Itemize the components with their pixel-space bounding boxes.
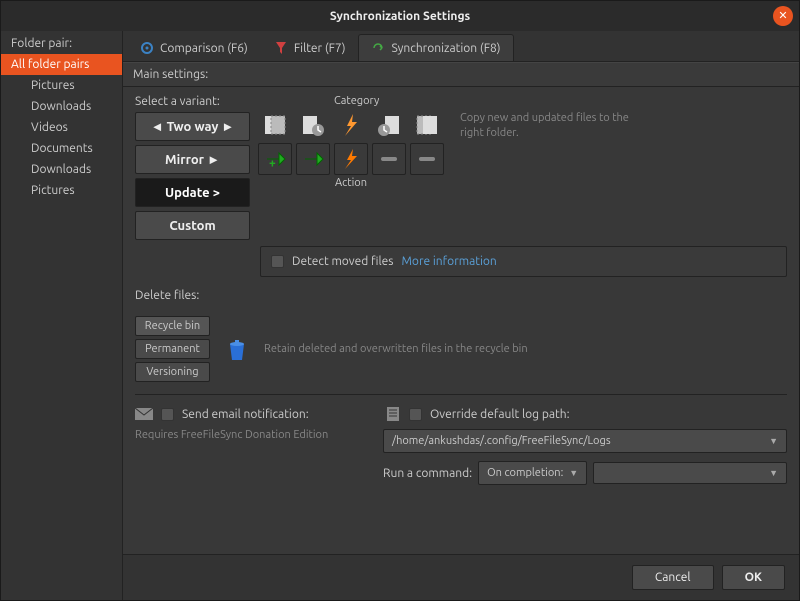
run-when-value: On completion:: [487, 467, 563, 479]
close-icon[interactable]: ✕: [773, 6, 793, 26]
ok-button[interactable]: OK: [722, 565, 785, 590]
run-command-combo[interactable]: ▼: [593, 462, 787, 484]
divider: [135, 394, 787, 395]
log-path-combo[interactable]: /home/ankushdas/.config/FreeFileSync/Log…: [383, 429, 787, 453]
gear-icon: [140, 41, 154, 55]
sidebar-item-all[interactable]: All folder pairs: [1, 54, 122, 75]
cat-conflict-icon: [334, 109, 368, 141]
content: Select a variant: ◄ Two way ► Mirror ► U…: [123, 87, 799, 554]
cancel-button[interactable]: Cancel: [632, 565, 714, 590]
log-icon: [383, 407, 401, 421]
tabs: Comparison (F6) Filter (F7) Synchronizat…: [123, 31, 799, 62]
act-update-right-button[interactable]: [296, 143, 330, 175]
variant-description: Copy new and updated files to the right …: [460, 95, 650, 142]
delete-permanent-button[interactable]: Permanent: [135, 339, 210, 359]
delete-files-label: Delete files:: [135, 289, 787, 302]
email-req: Requires FreeFileSync Donation Edition: [135, 429, 365, 441]
delete-desc: Retain deleted and overwritten files in …: [264, 343, 528, 355]
titlebar: Synchronization Settings ✕: [1, 1, 799, 31]
svg-text:+: +: [269, 157, 276, 170]
variant-twoway-button[interactable]: ◄ Two way ►: [135, 112, 250, 141]
delete-recycle-button[interactable]: Recycle bin: [135, 316, 210, 336]
run-when-combo[interactable]: On completion: ▼: [478, 461, 587, 485]
select-variant-label: Select a variant:: [135, 95, 250, 108]
main-settings-header: Main settings:: [123, 62, 799, 87]
sidebar-item-videos[interactable]: Videos: [1, 117, 122, 138]
act-conflict-button[interactable]: [334, 143, 368, 175]
sidebar-item-documents[interactable]: Documents: [1, 138, 122, 159]
sidebar-item-pictures[interactable]: Pictures: [1, 75, 122, 96]
footer: Cancel OK: [123, 554, 799, 600]
detect-row: Detect moved files More information: [260, 246, 787, 277]
log-path-value: /home/ankushdas/.config/FreeFileSync/Log…: [392, 435, 611, 447]
sidebar: Folder pair: All folder pairs Pictures D…: [1, 31, 123, 600]
window-title: Synchronization Settings: [330, 10, 470, 23]
act-none-left-button[interactable]: [372, 143, 406, 175]
tab-sync-label: Synchronization (F8): [391, 42, 500, 55]
detect-moved-label: Detect moved files: [292, 255, 394, 268]
cat-left-new-icon: [258, 109, 292, 141]
cat-right-new-icon: [410, 109, 444, 141]
email-label: Send email notification:: [182, 408, 309, 421]
run-command-label: Run a command:: [383, 467, 472, 480]
tab-comparison[interactable]: Comparison (F6): [127, 34, 261, 61]
envelope-icon: [135, 407, 153, 421]
delete-versioning-button[interactable]: Versioning: [135, 362, 210, 382]
sidebar-item-pictures2[interactable]: Pictures: [1, 180, 122, 201]
sync-icon: [371, 41, 385, 55]
sidebar-item-downloads[interactable]: Downloads: [1, 96, 122, 117]
action-label: Action: [258, 177, 444, 189]
tab-comparison-label: Comparison (F6): [160, 42, 248, 55]
tab-filter[interactable]: Filter (F7): [261, 34, 359, 61]
variant-mirror-button[interactable]: Mirror ►: [135, 145, 250, 174]
recycle-bin-icon: [224, 336, 250, 362]
cat-left-newer-icon: [296, 109, 330, 141]
override-log-checkbox[interactable]: [409, 408, 422, 421]
override-log-label: Override default log path:: [430, 408, 570, 421]
tab-filter-label: Filter (F7): [294, 42, 346, 55]
body: Folder pair: All folder pairs Pictures D…: [1, 31, 799, 600]
action-grid: Category +: [258, 95, 444, 189]
cat-right-newer-icon: [372, 109, 406, 141]
chevron-down-icon: ▼: [769, 436, 778, 446]
variant-custom-button[interactable]: Custom: [135, 211, 250, 240]
funnel-icon: [274, 41, 288, 55]
main: Comparison (F6) Filter (F7) Synchronizat…: [123, 31, 799, 600]
chevron-down-icon: ▼: [569, 468, 578, 478]
chevron-down-icon: ▼: [769, 468, 778, 478]
sync-settings-window: Synchronization Settings ✕ Folder pair: …: [0, 0, 800, 601]
variant-update-button[interactable]: Update >: [135, 178, 250, 207]
email-checkbox[interactable]: [161, 408, 174, 421]
act-none-right-button[interactable]: [410, 143, 444, 175]
sidebar-item-downloads2[interactable]: Downloads: [1, 159, 122, 180]
more-info-link[interactable]: More information: [402, 255, 497, 268]
tab-sync[interactable]: Synchronization (F8): [358, 34, 513, 61]
act-create-right-button[interactable]: +: [258, 143, 292, 175]
category-label: Category: [334, 95, 368, 107]
sidebar-header: Folder pair:: [1, 31, 122, 54]
detect-moved-checkbox[interactable]: [271, 255, 284, 268]
